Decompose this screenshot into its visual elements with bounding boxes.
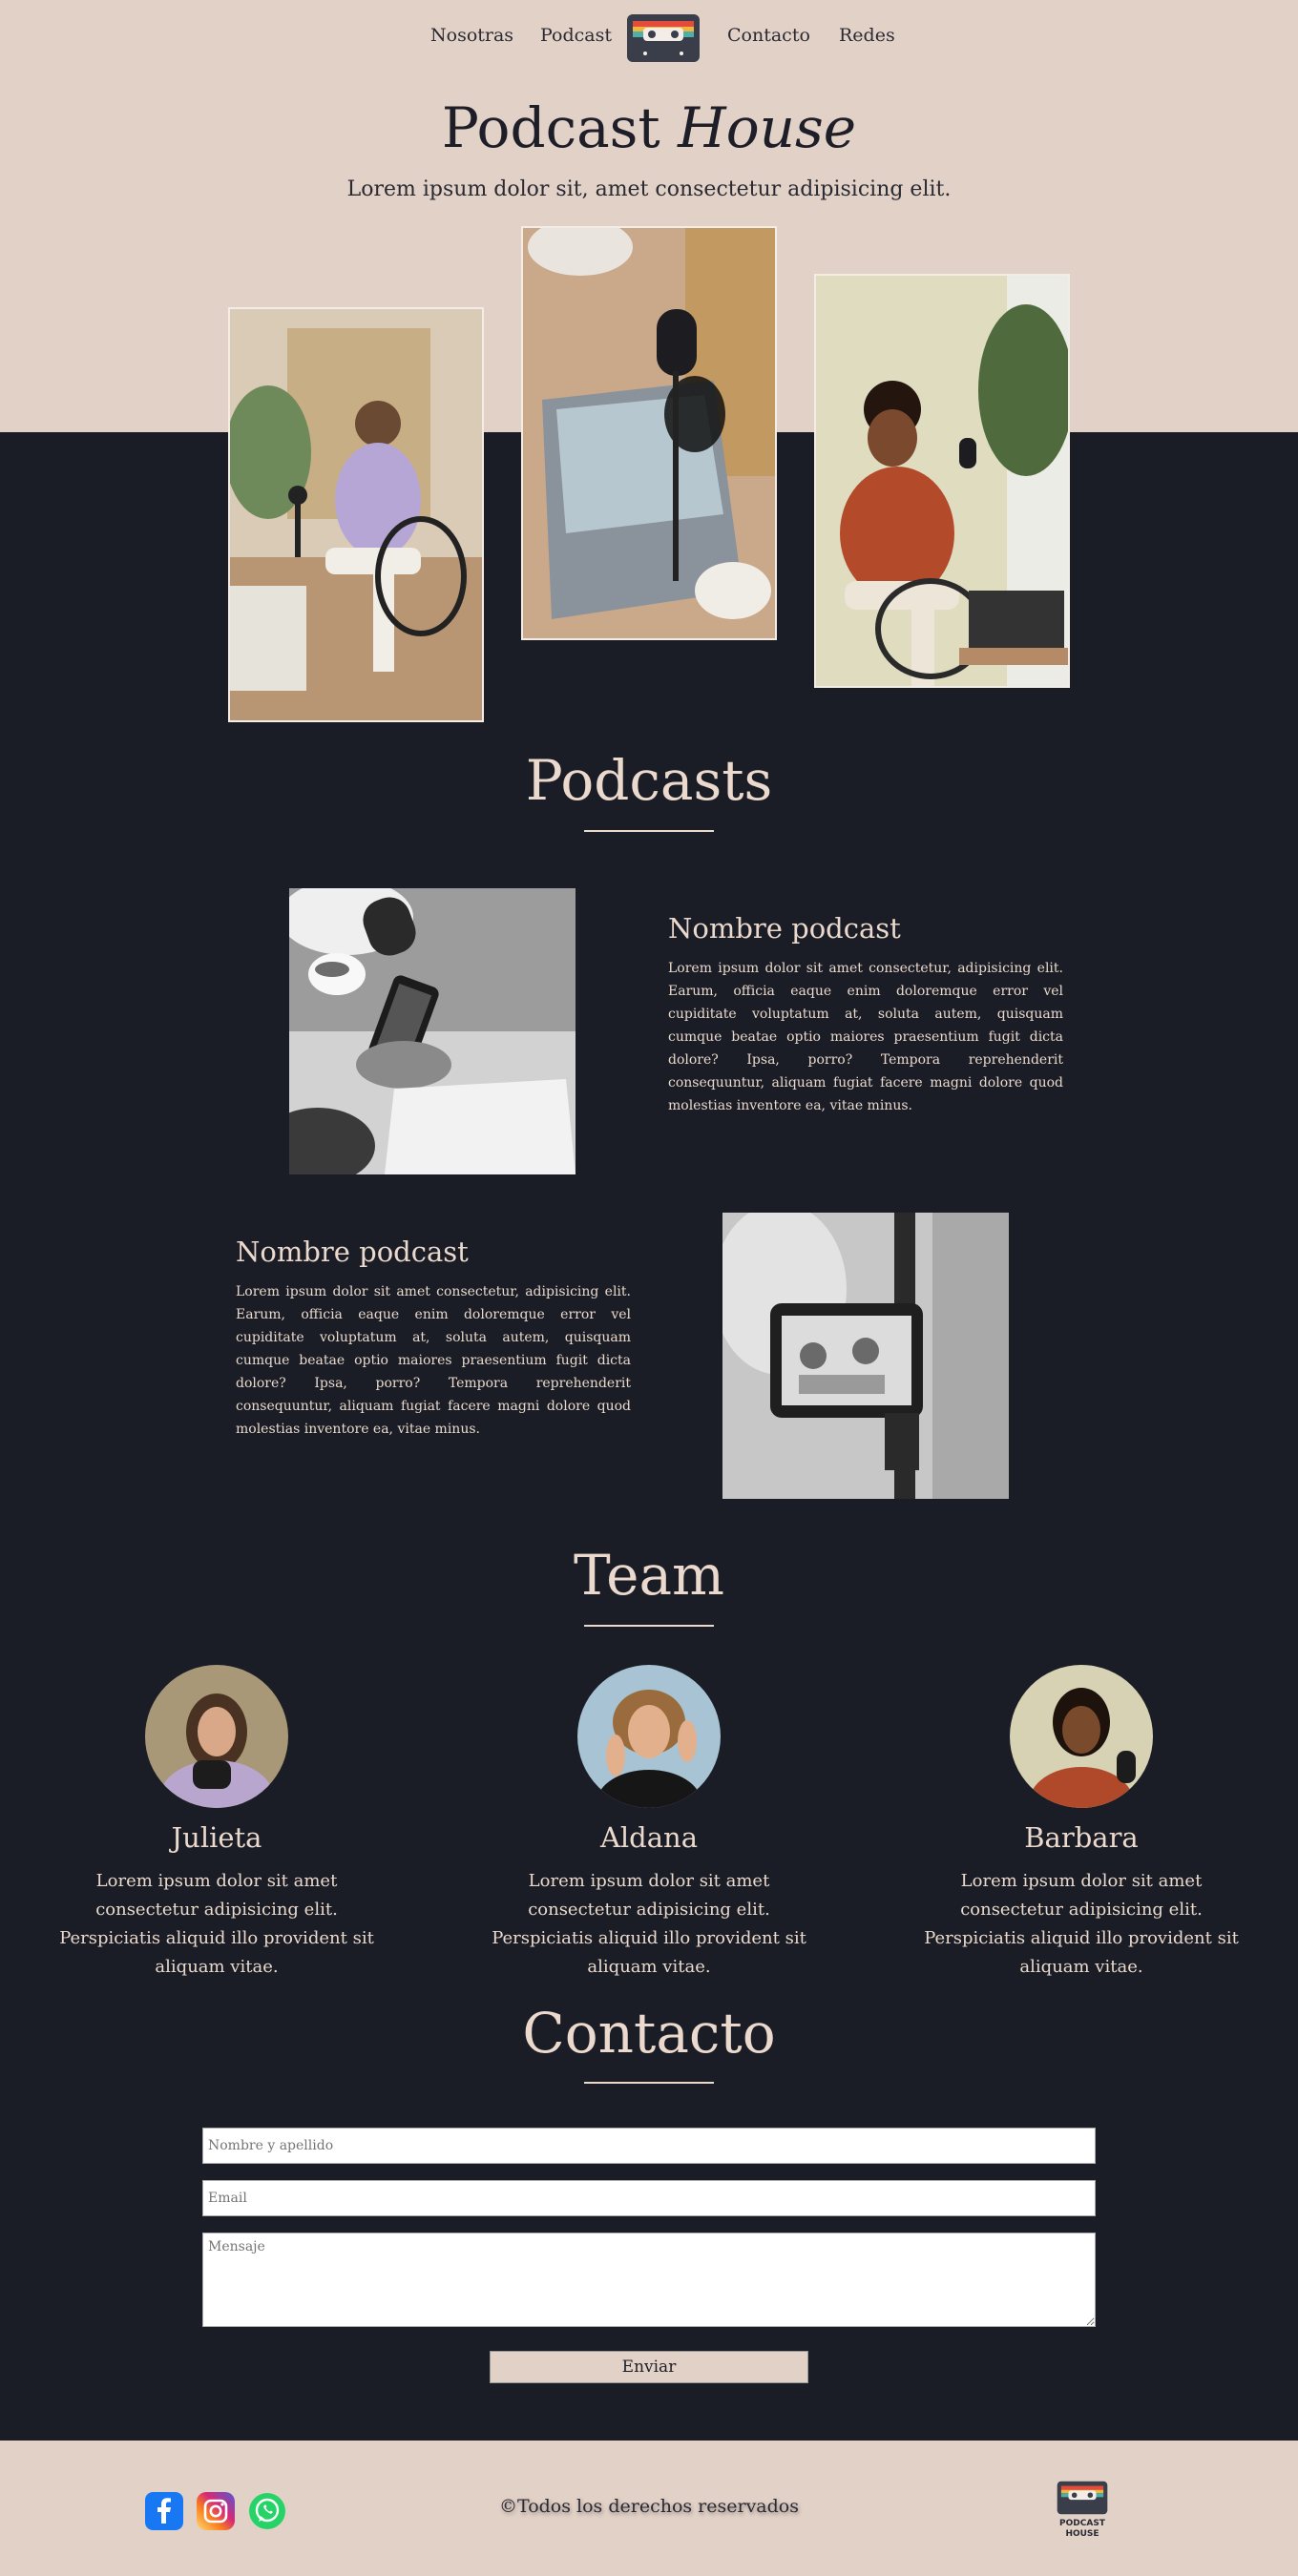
member-3-name: Barbara — [1024, 1821, 1139, 1854]
member-2-bio: Lorem ipsum dolor sit amet consectetur a… — [492, 1871, 806, 1977]
email-field[interactable] — [202, 2180, 1096, 2216]
hero-photo-woman-orange — [814, 274, 1070, 688]
podcasts-divider — [584, 830, 714, 832]
julieta-photo — [145, 1665, 288, 1808]
message-field[interactable] — [202, 2233, 1096, 2327]
member-3-bio: Lorem ipsum dolor sit amet consectetur a… — [924, 1871, 1239, 1977]
member-1-bio: Lorem ipsum dolor sit amet consectetur a… — [59, 1871, 374, 1977]
member-1-avatar — [145, 1665, 288, 1808]
cassette-logo-icon[interactable] — [626, 13, 701, 63]
nav-link-contacto[interactable]: Contacto — [727, 25, 810, 46]
podcasts-heading: Podcasts — [525, 748, 773, 813]
aldana-photo — [577, 1665, 721, 1808]
podcast-2-title: Nombre podcast — [236, 1236, 469, 1268]
member-3-avatar — [1010, 1665, 1153, 1808]
logo-line-1: PODCAST — [1059, 2519, 1105, 2528]
cassette-logo-icon — [1057, 2481, 1108, 2515]
contact-divider — [584, 2082, 714, 2084]
contact-heading: Contacto — [522, 2001, 776, 2066]
title-script: House — [678, 95, 857, 160]
woman-recording-image — [230, 309, 482, 720]
nav-link-redes[interactable]: Redes — [839, 25, 895, 46]
hero-subtitle: Lorem ipsum dolor sit, amet consectetur … — [346, 177, 952, 201]
microphone-laptop-image — [523, 228, 775, 638]
top-nav: Nosotras Podcast Contacto Redes — [0, 13, 1298, 71]
podcast-1-image — [289, 888, 576, 1174]
podcast-1-description: Lorem ipsum dolor sit amet consectetur, … — [668, 961, 1063, 1113]
team-divider — [584, 1625, 714, 1627]
hero-photo-woman-lilac — [228, 307, 484, 722]
team-heading: Team — [573, 1543, 725, 1608]
woman-podcasting-image — [816, 276, 1068, 686]
footer: ©Todos los derechos reservados PODCAST H… — [0, 2441, 1298, 2576]
podcast-1-title: Nombre podcast — [668, 912, 901, 945]
phone-on-tripod-image — [722, 1213, 1009, 1499]
phone-recorder-image — [289, 888, 576, 1174]
title-main: Podcast — [441, 95, 660, 160]
member-2-name: Aldana — [599, 1821, 699, 1854]
barbara-photo — [1010, 1665, 1153, 1808]
page-title: Podcast House — [0, 95, 1298, 160]
nav-link-podcast[interactable]: Podcast — [540, 25, 612, 46]
nav-link-nosotras[interactable]: Nosotras — [430, 25, 513, 46]
send-button[interactable]: Enviar — [490, 2351, 808, 2383]
member-2-avatar — [577, 1665, 721, 1808]
podcast-2-description: Lorem ipsum dolor sit amet consectetur, … — [236, 1284, 631, 1437]
podcast-2-image — [722, 1213, 1009, 1499]
footer-logo[interactable]: PODCAST HOUSE — [1054, 2481, 1111, 2547]
name-field[interactable] — [202, 2128, 1096, 2164]
hero-photo-mic-laptop — [521, 226, 777, 640]
footer-logo-text: PODCAST HOUSE — [1054, 2519, 1111, 2540]
member-1-name: Julieta — [171, 1821, 262, 1854]
logo-line-2: HOUSE — [1065, 2529, 1099, 2539]
